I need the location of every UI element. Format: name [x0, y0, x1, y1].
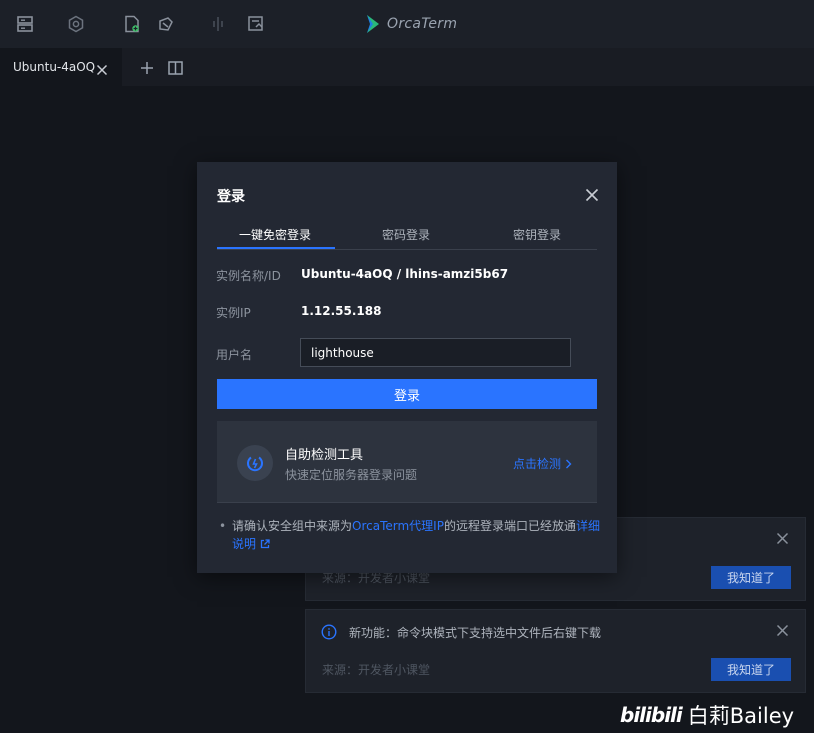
new-file-icon[interactable]	[122, 14, 142, 34]
app-name: OrcaTerm	[387, 16, 458, 32]
broadcast-icon[interactable]	[156, 14, 176, 34]
tool-title: 自助检测工具	[285, 448, 364, 463]
login-dialog: 登录 一键免密登录 密码登录 密钥登录 实例名称/ID Ubuntu-4aOQ …	[197, 162, 617, 573]
close-icon[interactable]	[776, 622, 789, 637]
split-view-icon[interactable]	[168, 60, 183, 75]
username-input[interactable]	[300, 338, 571, 367]
self-check-tool-card: 自助检测工具 快速定位服务器登录问题 点击检测	[217, 421, 597, 503]
notification-title: 新功能：命令块模式下支持选中文件后右键下载	[349, 626, 602, 640]
info-icon	[321, 624, 337, 640]
history-icon[interactable]	[246, 14, 266, 34]
bilibili-watermark: bilibili 白莉Bailey	[620, 700, 794, 730]
security-group-note: • 请确认安全组中来源为OrcaTerm代理IP的远程登录端口已经放通详细说明	[217, 517, 602, 553]
split-terminal-icon[interactable]	[208, 14, 228, 34]
notification-source: 来源：开发者小课堂	[322, 663, 431, 677]
tab-password-login[interactable]: 密码登录	[382, 226, 430, 243]
tab-key-login[interactable]: 密钥登录	[513, 226, 561, 243]
instance-name-label: 实例名称/ID	[216, 269, 281, 283]
login-method-tabs: 一键免密登录 密码登录 密钥登录	[217, 222, 597, 250]
external-link-icon	[260, 539, 270, 549]
orcaterm-proxy-ip-link[interactable]: OrcaTerm代理IP	[352, 519, 444, 533]
login-button[interactable]: 登录	[217, 379, 597, 409]
run-check-label: 点击检测	[513, 457, 562, 471]
chevron-right-icon	[566, 459, 572, 468]
add-tab-icon[interactable]	[140, 60, 154, 74]
settings-icon[interactable]	[66, 14, 86, 34]
tab-bar: Ubuntu-4aOQ	[0, 48, 814, 86]
acknowledge-button[interactable]: 我知道了	[711, 566, 791, 589]
orcaterm-logo-icon	[367, 15, 379, 33]
close-icon[interactable]	[776, 530, 789, 545]
run-check-link[interactable]: 点击检测	[513, 455, 572, 472]
username-label: 用户名	[216, 348, 253, 362]
instance-ip-label: 实例IP	[216, 306, 251, 320]
bilibili-logo: bilibili	[620, 703, 683, 727]
bullet-dot: •	[219, 519, 227, 533]
top-toolbar: OrcaTerm	[0, 0, 814, 48]
close-icon[interactable]	[585, 187, 599, 202]
instance-name-value: Ubuntu-4aOQ / lhins-amzi5b67	[301, 267, 509, 281]
watermark-author: 白莉Bailey	[687, 704, 795, 728]
close-icon[interactable]	[96, 61, 108, 76]
dialog-title: 登录	[217, 189, 245, 205]
tab-passwordless-login[interactable]: 一键免密登录	[239, 226, 311, 243]
diagnostic-gauge-icon	[237, 445, 273, 481]
note-text-2: 的远程登录端口已经放通	[443, 519, 576, 533]
acknowledge-button[interactable]: 我知道了	[711, 658, 791, 681]
tool-description: 快速定位服务器登录问题	[285, 468, 418, 482]
tab-label: Ubuntu-4aOQ	[13, 60, 96, 74]
server-list-icon[interactable]	[15, 14, 35, 34]
tab-ubuntu-4aoq[interactable]: Ubuntu-4aOQ	[0, 48, 122, 86]
note-text-1: 请确认安全组中来源为	[232, 519, 353, 533]
instance-ip-value: 1.12.55.188	[301, 304, 382, 318]
active-tab-indicator	[217, 247, 335, 249]
notification-2: 新功能：命令块模式下支持选中文件后右键下载 来源：开发者小课堂 我知道了	[305, 609, 806, 693]
app-logo: OrcaTerm	[364, 12, 457, 36]
